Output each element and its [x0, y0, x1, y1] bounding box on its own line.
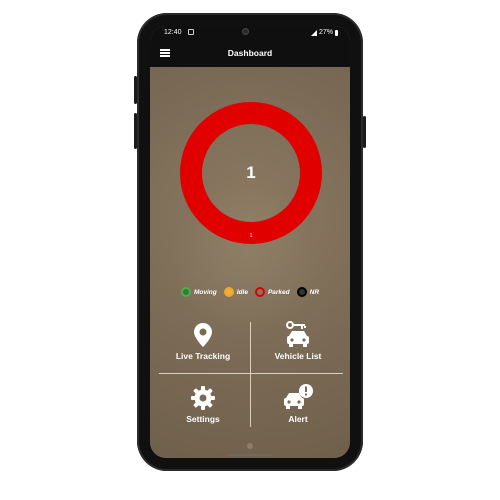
legend-label: Moving — [193, 288, 217, 296]
page-title: Dashboard — [227, 48, 273, 58]
status-bar: 12:40 27% — [150, 26, 350, 40]
front-camera — [242, 28, 249, 35]
status-right: 27% — [310, 29, 338, 36]
moving-icon — [180, 287, 191, 297]
legend-label: NR — [309, 288, 320, 296]
live-tracking-label: Live Tracking — [175, 351, 231, 361]
legend-label: Idle — [236, 288, 248, 296]
home-indicator[interactable] — [227, 454, 273, 456]
dashboard-content: 1 1 Moving Idle Parked NR Live Tracking … — [150, 67, 350, 458]
parked-icon — [254, 287, 265, 297]
status-legend: Moving Idle Parked NR — [150, 287, 350, 297]
menu-grid: Live Tracking Vehicle List Settings Aler… — [157, 312, 344, 434]
live-tracking-tile[interactable]: Live Tracking — [157, 312, 249, 372]
phone-screen: 12:40 27% Dashboard 1 1 Moving Idle Park… — [150, 26, 350, 458]
settings-tile[interactable]: Settings — [157, 375, 249, 435]
grid-divider-vertical — [250, 322, 251, 427]
volume-button — [134, 113, 137, 149]
nr-icon — [296, 287, 307, 297]
vehicle-list-tile[interactable]: Vehicle List — [252, 312, 344, 372]
donut-slice-label: 1 — [249, 233, 253, 239]
signal-icon — [310, 29, 317, 36]
legend-item-moving[interactable]: Moving — [180, 287, 217, 297]
gear-icon — [157, 383, 249, 413]
legend-item-parked[interactable]: Parked — [254, 287, 290, 297]
location-pin-icon — [157, 320, 249, 350]
alert-tile[interactable]: Alert — [252, 375, 344, 435]
page-indicator-dot — [247, 443, 253, 449]
grid-divider-horizontal — [159, 373, 343, 374]
volume-button — [134, 76, 137, 104]
legend-label: Parked — [267, 288, 290, 296]
notification-icon — [188, 29, 194, 35]
alert-label: Alert — [288, 414, 308, 424]
legend-item-nr[interactable]: NR — [296, 287, 320, 297]
idle-icon — [223, 287, 234, 297]
legend-item-idle[interactable]: Idle — [223, 287, 248, 297]
settings-label: Settings — [186, 414, 220, 424]
status-time: 12:40 — [164, 29, 182, 36]
power-button — [363, 116, 366, 148]
app-bar: Dashboard — [150, 40, 350, 67]
battery-percent: 27% — [318, 29, 333, 36]
car-key-icon — [252, 320, 344, 350]
car-alert-icon — [252, 383, 344, 413]
battery-icon — [335, 29, 338, 36]
phone-frame: 12:40 27% Dashboard 1 1 Moving Idle Park… — [134, 13, 366, 471]
donut-total-count: 1 — [246, 163, 256, 182]
vehicle-list-label: Vehicle List — [274, 351, 322, 361]
